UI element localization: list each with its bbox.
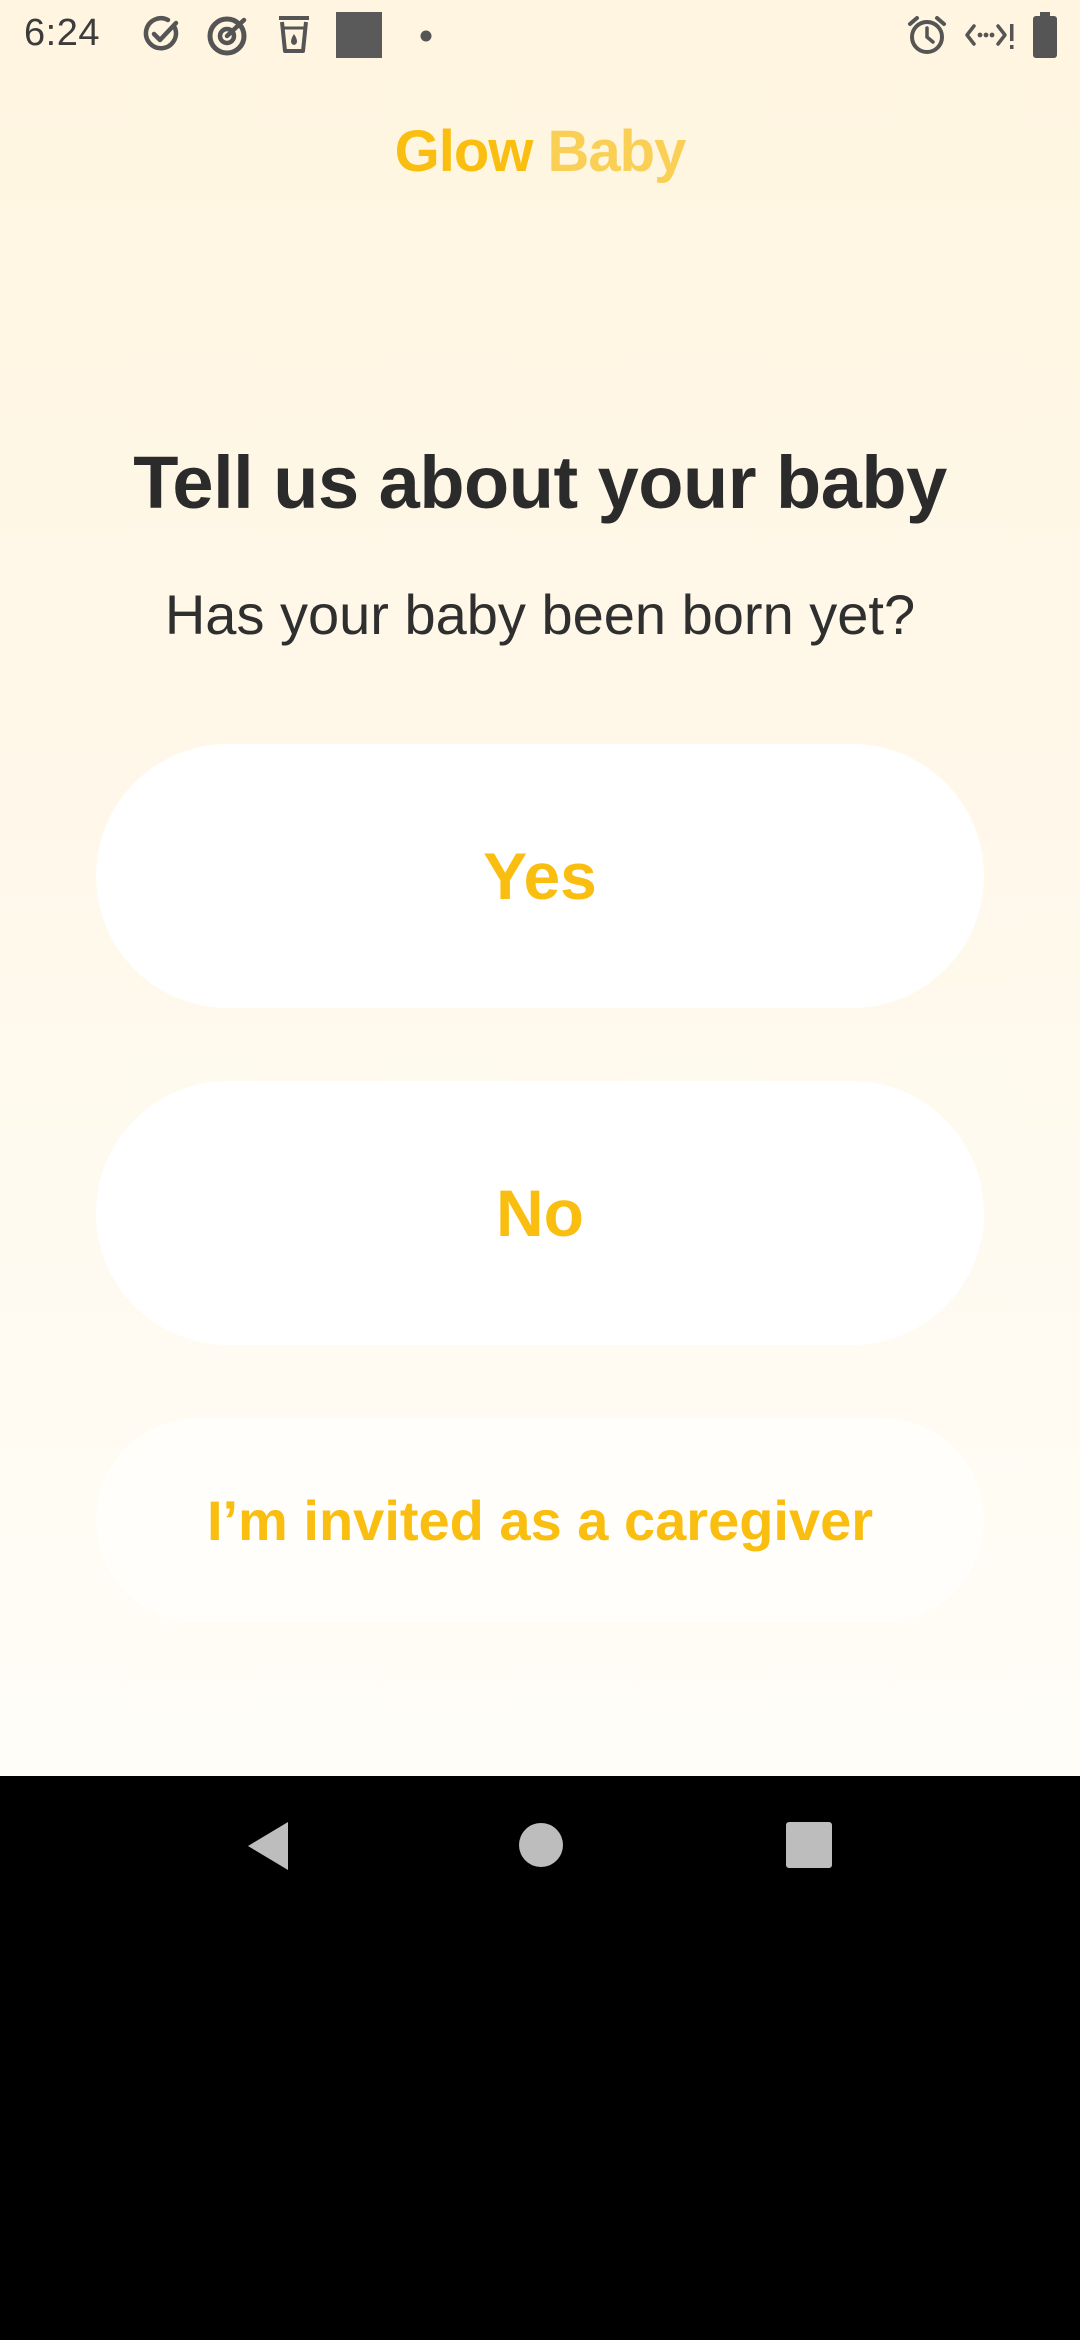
battery-icon (1032, 12, 1058, 58)
logo-baby-text: Baby (547, 119, 687, 184)
logo-glow-text: Glow (394, 119, 534, 184)
yes-button[interactable]: Yes (96, 744, 984, 1008)
cup-icon (276, 14, 312, 54)
alarm-icon (906, 14, 948, 56)
dot-icon (420, 30, 432, 42)
status-bar: 6:24 (0, 0, 1080, 72)
app-screen: 6:24 Glow Baby Tell us about your baby H… (0, 0, 1080, 1776)
home-icon[interactable] (518, 1822, 564, 1868)
back-icon[interactable] (244, 1820, 292, 1872)
data-arrows-icon (964, 18, 1016, 54)
glow-baby-logo: Glow Baby (0, 118, 1080, 185)
page-title: Tell us about your baby (133, 441, 947, 524)
question-text: Has your baby been born yet? (164, 583, 916, 646)
square-notification-icon (336, 12, 382, 58)
check-circle-icon (142, 14, 182, 54)
recents-icon[interactable] (786, 1822, 832, 1868)
target-icon (206, 14, 250, 58)
navigation-bar (0, 1776, 1080, 1916)
caregiver-button[interactable]: I’m invited as a caregiver (96, 1418, 984, 1622)
no-button[interactable]: No (96, 1081, 984, 1345)
status-time: 6:24 (24, 12, 100, 54)
